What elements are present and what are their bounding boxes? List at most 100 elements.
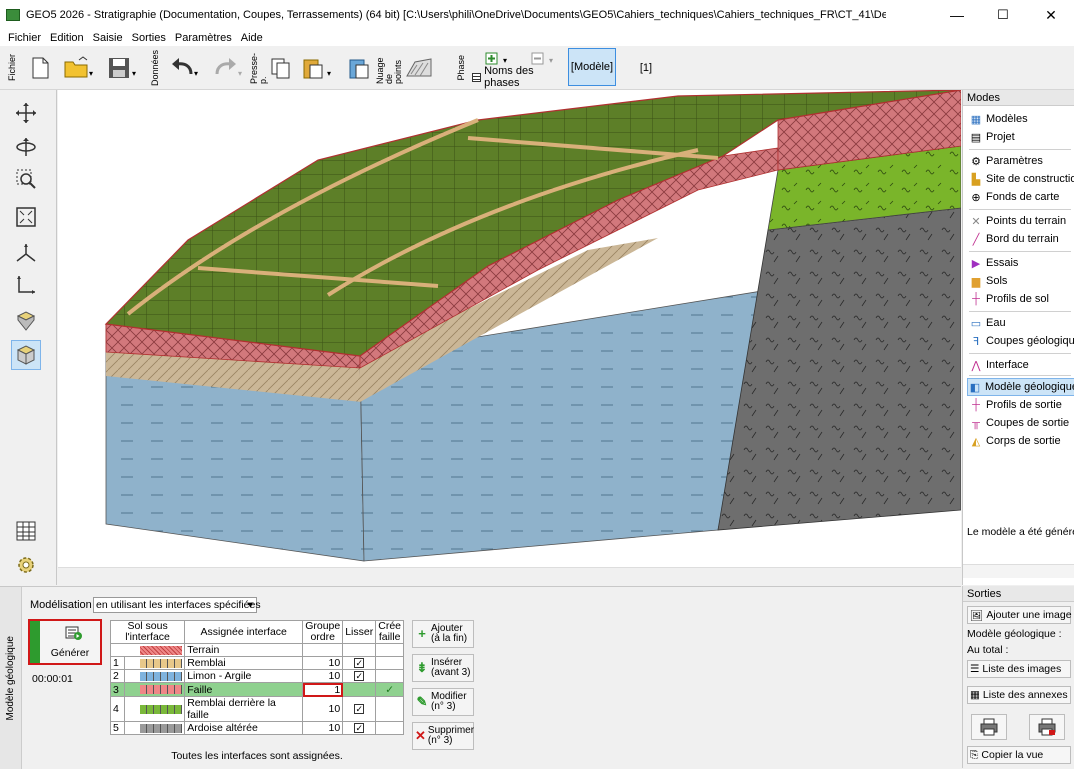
view-3d-icon[interactable] [11, 340, 41, 370]
faille-mark [375, 656, 404, 670]
modelisation-select[interactable]: en utilisant les interfaces spécifiées ▾ [93, 597, 261, 613]
mode-corps-sortie[interactable]: ◭ Corps de sortie [969, 432, 1061, 450]
mode-interface[interactable]: ⋀ Interface [969, 356, 1028, 374]
modify-button[interactable]: ✎ Modifier (n° 3) [412, 688, 474, 716]
menu-sorties[interactable]: Sorties [132, 32, 166, 44]
insert-button[interactable]: ⇟ Insérer (avant 3) [412, 654, 474, 682]
phase-group-label: Phase [455, 55, 466, 81]
mode-coupes-sortie[interactable]: ╥ Coupes de sortie [969, 414, 1069, 432]
print-preview-icon[interactable] [1029, 714, 1065, 740]
maximize-button[interactable]: ☐ [980, 0, 1026, 30]
menu-saisie[interactable]: Saisie [93, 32, 123, 44]
table-view-icon[interactable] [11, 516, 41, 546]
view-top-icon[interactable] [11, 306, 41, 336]
mode-sols[interactable]: ▆ Sols [969, 272, 1008, 290]
svg-text:▾: ▾ [503, 56, 507, 65]
table-row-selected[interactable]: 3 Faille 1 ✓ [110, 682, 404, 697]
mode-modele-geologique[interactable]: ◧ Modèle géologique [967, 378, 1074, 396]
sorties-header: Sorties [963, 586, 1074, 602]
add-image-icon: 🖼 [970, 609, 984, 622]
print-icon[interactable] [971, 714, 1007, 740]
mode-profils-sol[interactable]: ┼ Profils de sol [969, 290, 1049, 308]
menu-fichier[interactable]: Fichier [8, 32, 41, 44]
col-header-faille: Crée faille [375, 620, 404, 644]
minimize-button[interactable]: — [934, 0, 980, 30]
soil-swatch [140, 704, 183, 714]
close-button[interactable]: ✕ [1028, 0, 1074, 30]
soil-swatch [140, 658, 183, 668]
mode-eau[interactable]: ▭ Eau [969, 314, 1006, 332]
model-viewport[interactable] [58, 90, 961, 567]
window-title: GEO5 2026 - Stratigraphie (Documentation… [26, 9, 886, 21]
list-images-button[interactable]: ☰ Liste des images [967, 660, 1071, 678]
viewport-scrollbar[interactable] [58, 567, 961, 585]
table-row[interactable]: 1 Remblai 10 ✓ [110, 656, 404, 670]
project-icon: ▤ [970, 131, 982, 144]
generate-button[interactable]: Générer [28, 619, 102, 665]
svg-text:▾: ▾ [132, 69, 136, 78]
table-row[interactable]: 4 Remblai derrière la faille 10 ✓ [110, 696, 404, 722]
paste-special-icon[interactable] [346, 52, 376, 84]
axes-2d-icon[interactable] [11, 270, 41, 300]
mode-profils-sortie[interactable]: ┼ Profils de sortie [969, 396, 1062, 414]
panel-side-tab: Modèle géologique [0, 587, 22, 769]
mode-essais[interactable]: ▶ Essais [969, 254, 1019, 272]
mode-coupes-geologiques[interactable]: ꟻCoupes géologiques [969, 332, 1074, 350]
copy-icon[interactable] [268, 52, 294, 84]
gear-icon[interactable] [11, 550, 41, 580]
mode-site-construction[interactable]: ▙ Site de construction [969, 170, 1074, 188]
modes-header: Modes [963, 90, 1074, 106]
menu-edition[interactable]: Edition [50, 32, 84, 44]
lisser-checkbox[interactable]: ✓ [354, 658, 365, 668]
copy-view-button[interactable]: ⎘ Copier la vue [967, 746, 1071, 764]
col-header-lisser: Lisser [342, 620, 377, 644]
rotate-icon[interactable] [11, 132, 41, 162]
col-header-interface: Assignée interface [184, 620, 304, 644]
lisser-checkbox[interactable]: ✓ [354, 671, 365, 681]
menu-aide[interactable]: Aide [241, 32, 263, 44]
table-icon: ▦ [970, 689, 980, 701]
modes-scrollbar[interactable] [963, 564, 1074, 578]
mode-projet[interactable]: ▤ Projet [969, 128, 1015, 146]
mode-bord-terrain[interactable]: ╱ Bord du terrain [969, 230, 1059, 248]
mode-fonds-carte[interactable]: ⊕ Fonds de carte [969, 188, 1059, 206]
model-button[interactable]: [Modèle] [568, 48, 616, 86]
new-file-icon[interactable] [28, 52, 52, 84]
faille-mark [375, 721, 404, 735]
point-cloud-icon[interactable] [404, 52, 434, 84]
modelisation-label: Modélisation : [30, 599, 98, 611]
axes-3d-icon[interactable] [11, 238, 41, 268]
generate-icon [64, 625, 82, 644]
table-row[interactable]: 5 Ardoise altérée 10 ✓ [110, 721, 404, 735]
output-bodies-icon: ◭ [971, 435, 981, 448]
phase-names-button[interactable]: Noms des phases [472, 65, 562, 89]
save-icon[interactable]: ▾ [106, 52, 140, 84]
pan-icon[interactable] [11, 98, 41, 128]
open-file-icon[interactable]: ▾ [62, 52, 96, 84]
map-icon: ⊕ [971, 191, 981, 204]
col-header-sol: Sol sous l'interface [109, 620, 186, 644]
plus-icon: + [418, 626, 426, 641]
delete-button[interactable]: ✕ Supprimer (n° 3) [412, 722, 474, 750]
table-row[interactable]: Terrain [109, 643, 404, 657]
pencil-icon: ✎ [416, 694, 428, 709]
table-row[interactable]: 2 Limon - Argile 10 ✓ [110, 669, 404, 683]
mode-parametres[interactable]: ⚙ Paramètres [969, 152, 1043, 170]
list-annexes-button[interactable]: ▦ Liste des annexes [967, 686, 1071, 704]
svg-text:▾: ▾ [327, 69, 331, 78]
mode-modeles[interactable]: ▦ Modèles [969, 110, 1028, 128]
zoom-extents-icon[interactable] [11, 202, 41, 232]
lisser-checkbox[interactable]: ✓ [354, 723, 365, 733]
add-image-button[interactable]: 🖼 Ajouter une image [967, 606, 1072, 624]
mode-points-terrain[interactable]: ✕ Points du terrain [969, 212, 1066, 230]
paste-icon[interactable]: ▾ [300, 52, 336, 84]
menu-parametres[interactable]: Paramètres [175, 32, 232, 44]
status-message: Le modèle a été généré. [967, 526, 1074, 538]
redo-icon[interactable]: ▾ [212, 52, 246, 84]
lisser-checkbox[interactable]: ✓ [354, 704, 365, 714]
undo-icon[interactable]: ▾ [168, 52, 202, 84]
view-toolbar [0, 90, 57, 585]
zoom-window-icon[interactable] [11, 164, 41, 194]
ordre-input-editing[interactable]: 1 [302, 682, 344, 697]
add-button[interactable]: + Ajouter (à la fin) [412, 620, 474, 648]
